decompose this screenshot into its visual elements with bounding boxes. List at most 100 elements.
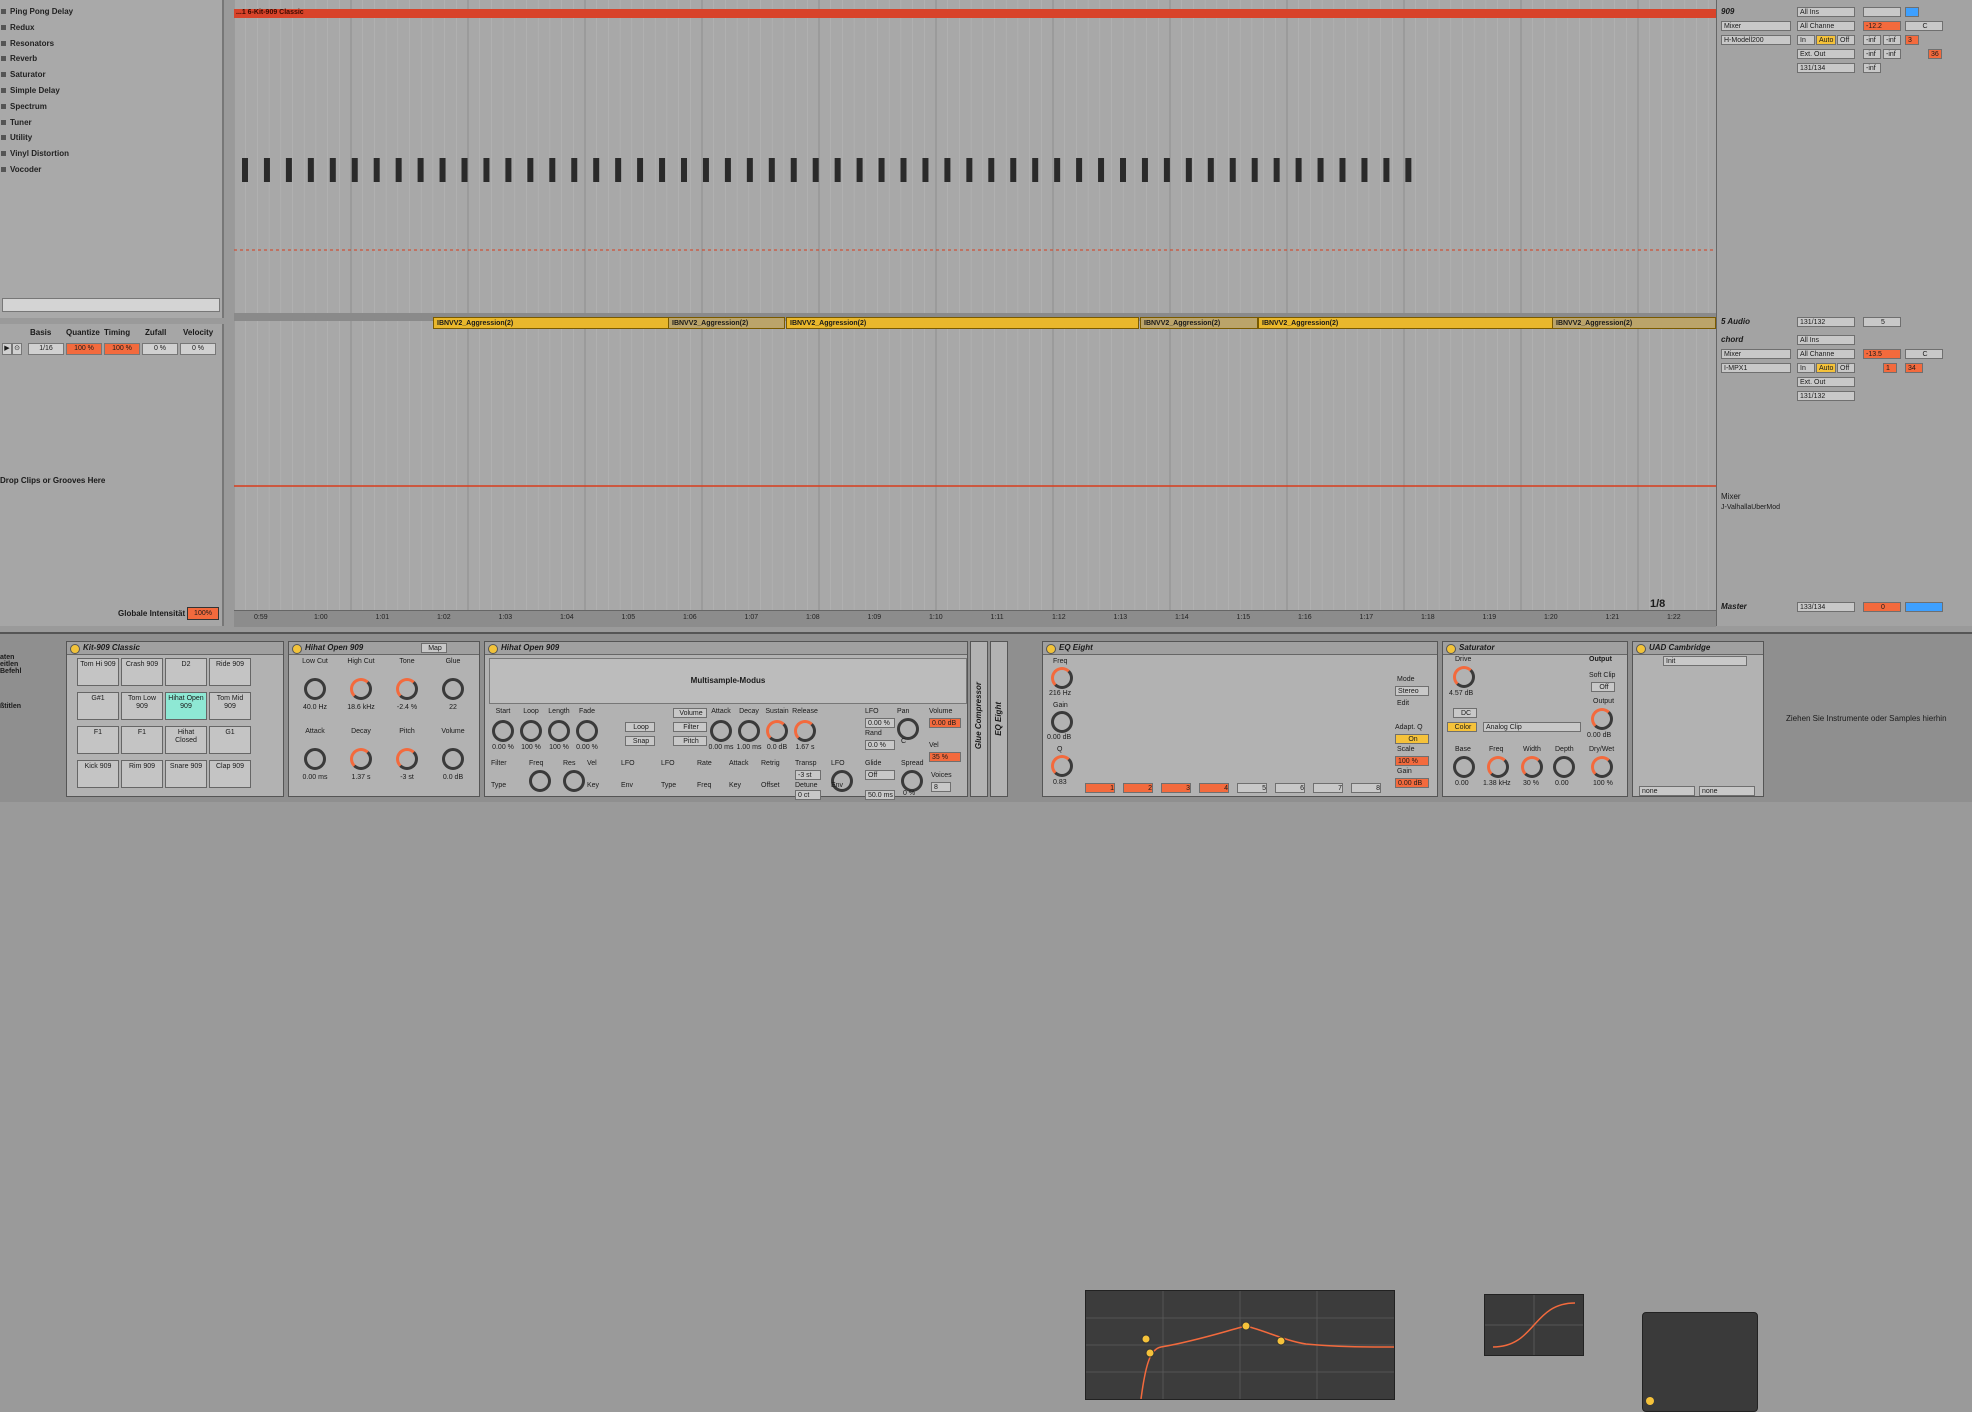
track-909-send-c[interactable]: -inf <box>1863 49 1881 59</box>
eq-scale-field[interactable]: 100 % <box>1395 756 1429 766</box>
midi-note[interactable] <box>615 158 622 182</box>
track-chord-ext-out[interactable]: Ext. Out <box>1797 377 1855 387</box>
track-909-pan[interactable]: C <box>1905 21 1943 31</box>
midi-note[interactable] <box>944 158 951 182</box>
drum-pad[interactable]: Tom Low 909 <box>121 692 163 720</box>
drum-pad[interactable]: Kick 909 <box>77 760 119 788</box>
track-909-send-e[interactable]: -inf <box>1863 63 1881 73</box>
track-909-send-a[interactable]: -inf <box>1863 35 1881 45</box>
track-chord-volume[interactable]: -13.5 <box>1863 349 1901 359</box>
browser-item[interactable]: Spectrum <box>0 99 222 115</box>
midi-note[interactable] <box>285 158 292 182</box>
midi-note[interactable] <box>439 158 446 182</box>
midi-note[interactable] <box>856 158 863 182</box>
track-audio-name[interactable]: 5 Audio <box>1721 317 1750 326</box>
eq-mode-select[interactable]: Stereo <box>1395 686 1429 696</box>
midi-note[interactable] <box>1229 158 1236 182</box>
macro-knob[interactable] <box>304 678 326 700</box>
midi-note[interactable] <box>329 158 336 182</box>
midi-note[interactable] <box>549 158 556 182</box>
drum-pad[interactable]: Tom Hi 909 <box>77 658 119 686</box>
midi-note[interactable] <box>373 158 380 182</box>
midi-note[interactable] <box>637 158 644 182</box>
uad-preset-select[interactable]: Init <box>1663 656 1747 666</box>
pan-knob[interactable] <box>897 718 919 740</box>
sampler-knob[interactable] <box>548 720 570 742</box>
macro-knob[interactable] <box>350 748 372 770</box>
midi-note[interactable] <box>681 158 687 182</box>
macro-knob[interactable] <box>396 748 418 770</box>
loop-button[interactable]: Loop <box>625 722 655 732</box>
eq-band-4-handle[interactable] <box>1276 1336 1286 1346</box>
macro-knob[interactable] <box>396 678 418 700</box>
drum-pad[interactable]: F1 <box>77 726 119 754</box>
sat-dc-button[interactable]: DC <box>1453 708 1477 718</box>
track-chord-input[interactable]: All Ins <box>1797 335 1855 345</box>
track-chord-device-1[interactable]: Mixer <box>1721 349 1791 359</box>
sat-output-knob[interactable] <box>1591 708 1613 730</box>
midi-note[interactable] <box>1383 158 1390 182</box>
transp-field[interactable]: -3 st <box>795 770 821 780</box>
macro-knob[interactable] <box>442 678 464 700</box>
audio-clip-1[interactable]: IBNVV2_Aggression(2) <box>433 317 670 329</box>
midi-note[interactable] <box>790 158 797 182</box>
midi-note[interactable] <box>1361 158 1368 182</box>
audio-clip-3[interactable]: IBNVV2_Aggression(2) <box>786 317 1139 329</box>
sat-color-button[interactable]: Color <box>1447 722 1477 732</box>
midi-note[interactable] <box>1339 158 1346 182</box>
track-chord-channel[interactable]: All Channe <box>1797 349 1855 359</box>
eq-q-knob[interactable] <box>1051 755 1073 777</box>
macro-knob[interactable] <box>350 678 372 700</box>
midi-note[interactable] <box>1185 158 1192 182</box>
midi-note[interactable] <box>1076 158 1083 182</box>
midi-note[interactable] <box>966 158 973 182</box>
uad-cambridge-device[interactable]: UAD Cambridge Init none none <box>1632 641 1764 797</box>
midi-note[interactable] <box>307 158 314 182</box>
sample-display[interactable]: Multisample-Modus <box>489 658 967 704</box>
eq-eight-collapsed-device[interactable]: EQ Eight <box>990 641 1008 797</box>
track-909-monitor-off[interactable]: Off <box>1837 35 1855 45</box>
audio-clip-5[interactable]: IBNVV2_Aggression(2) <box>1258 317 1553 329</box>
sat-depth-knob[interactable] <box>1553 756 1575 778</box>
sat-width-knob[interactable] <box>1521 756 1543 778</box>
drum-pad[interactable]: Hihat Closed <box>165 726 207 754</box>
eq-band-2-handle[interactable] <box>1145 1348 1155 1358</box>
eq-band-toggle[interactable]: 8 <box>1351 783 1381 793</box>
drum-pad[interactable]: G#1 <box>77 692 119 720</box>
eq-band-3-handle[interactable] <box>1241 1321 1251 1331</box>
midi-note[interactable] <box>1032 158 1039 182</box>
track-909-range[interactable]: 131/134 <box>1797 63 1855 73</box>
sat-freq-knob[interactable] <box>1487 756 1509 778</box>
groove-hotswap-button[interactable]: ⊙ <box>12 343 22 355</box>
track-909-monitor-in[interactable]: In <box>1797 35 1815 45</box>
midi-note[interactable] <box>1120 158 1126 182</box>
midi-note[interactable] <box>900 158 907 182</box>
eq-output-gain-field[interactable]: 0.00 dB <box>1395 778 1429 788</box>
groove-quantize-field[interactable]: 100 % <box>66 343 102 355</box>
volume-tab[interactable]: Volume <box>673 708 707 718</box>
lfo-field[interactable]: 0.00 % <box>865 718 895 728</box>
browser-item[interactable]: Vocoder <box>0 162 222 178</box>
eq-band-toggle[interactable]: 4 <box>1199 783 1229 793</box>
sat-type-select[interactable]: Analog Clip <box>1483 722 1581 732</box>
midi-note[interactable] <box>1405 158 1412 182</box>
browser-item[interactable]: Saturator <box>0 67 222 83</box>
midi-note[interactable] <box>571 158 578 182</box>
browser-item[interactable]: Utility <box>0 130 222 146</box>
uad-xy-pad[interactable] <box>1642 1312 1758 1412</box>
eq-eight-collapsed-title[interactable]: EQ Eight <box>994 702 1003 736</box>
midi-note[interactable] <box>242 158 248 182</box>
saturator-title[interactable]: Saturator <box>1443 642 1627 655</box>
midi-note[interactable] <box>746 158 753 182</box>
global-intensity-field[interactable]: 100% <box>187 607 219 620</box>
groove-basis-field[interactable]: 1/16 <box>28 343 64 355</box>
track-chord-range[interactable]: 131/132 <box>1797 391 1855 401</box>
sampler-knob[interactable] <box>492 720 514 742</box>
sat-drywet-knob[interactable] <box>1591 756 1613 778</box>
voices-field[interactable]: 8 <box>931 782 951 792</box>
groove-play-button[interactable]: ▶ <box>2 343 12 355</box>
track-909-send-b[interactable]: -inf <box>1883 35 1901 45</box>
track-909-blank[interactable] <box>1863 7 1901 17</box>
track-909-ext-out[interactable]: Ext. Out <box>1797 49 1855 59</box>
eq-band-toggle[interactable]: 2 <box>1123 783 1153 793</box>
